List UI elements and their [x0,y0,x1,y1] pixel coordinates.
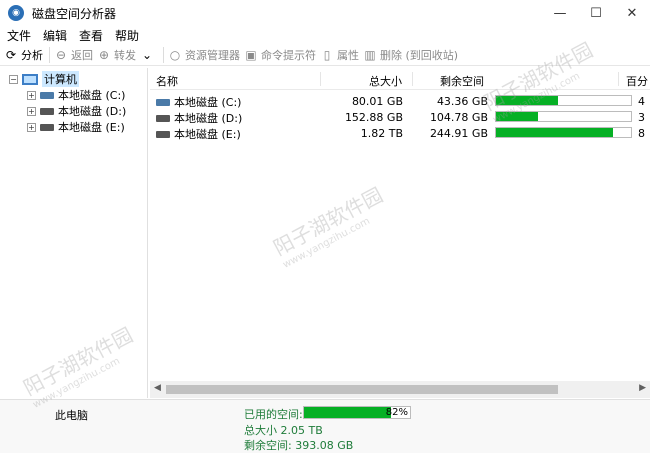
scroll-left-icon[interactable]: ◀ [154,383,161,393]
row-free: 244.91 GB [429,127,488,140]
drive-list: 名称 总大小 剩余空间 百分 本地磁盘 (C:) 80.01 GB 43.36 … [150,68,650,381]
tree-root-label: 计算机 [42,71,79,87]
table-row[interactable]: 本地磁盘 (C:) 80.01 GB 43.36 GB 4 [150,93,650,109]
cmd-button[interactable]: ▣ 命令提示符 [244,45,316,65]
header-percent[interactable]: 百分 [626,73,648,89]
status-usage-fill [304,407,391,418]
list-header: 名称 总大小 剩余空间 百分 [150,68,650,90]
status-total: 总大小 2.05 TB [244,424,323,437]
status-free: 剩余空间: 393.08 GB [244,439,354,452]
properties-button[interactable]: ▯ 属性 [320,45,359,65]
menu-help[interactable]: 帮助 [115,27,139,44]
usage-bar [495,95,632,106]
document-icon: ▯ [323,47,331,62]
header-free[interactable]: 剩余空间 [440,73,484,89]
maximize-button[interactable]: ☐ [578,0,614,26]
system-drive-icon [40,91,54,99]
delete-button[interactable]: ▥ 删除 (到回收站) [363,45,458,65]
chevron-down-icon: ⌄ [141,47,153,62]
scroll-right-icon[interactable]: ▶ [639,383,646,393]
menu-bar: 文件 编辑 查看 帮助 [0,26,650,44]
back-button[interactable]: ⊖ 返回 [54,45,93,65]
menu-file[interactable]: 文件 [7,27,31,44]
forward-arrow-icon: ⊕ [98,47,110,62]
usage-bar-fill [496,112,538,121]
back-arrow-icon: ⊖ [55,47,67,62]
row-name: 本地磁盘 (C:) [156,94,241,110]
explorer-button[interactable]: ○ 资源管理器 [168,45,240,65]
table-row[interactable]: 本地磁盘 (E:) 1.82 TB 244.91 GB 8 [150,125,650,141]
tree-item-label: 本地磁盘 (C:) [58,89,126,102]
row-percent: 8 [638,127,645,140]
forward-button[interactable]: ⊕ 转发 [97,45,136,65]
status-used-label: 已用的空间: [244,408,303,421]
row-total: 1.82 TB [360,127,403,140]
menu-edit[interactable]: 编辑 [43,27,67,44]
toolbar-separator [49,46,50,63]
tree-panel: − 计算机 + 本地磁盘 (C:) + 本地磁盘 (D:) + 本地磁盘 (E:… [0,68,148,398]
close-button[interactable]: ✕ [614,0,650,26]
analyze-button[interactable]: ⟳ 分析 [4,45,43,65]
horizontal-scrollbar[interactable]: ◀ ▶ [150,381,650,398]
analyze-icon: ⟳ [5,47,17,62]
tree-item-c[interactable]: + 本地磁盘 (C:) [27,87,125,103]
drive-icon [156,114,170,122]
history-dropdown[interactable]: ⌄ [140,45,157,65]
tree-item-label: 本地磁盘 (E:) [58,121,125,134]
drive-icon [156,130,170,138]
title-bar: ◉ 磁盘空间分析器 — ☐ ✕ [0,0,650,26]
status-usage-bar: 82% [303,406,411,419]
usage-bar-fill [496,128,614,137]
toolbar: ⟳ 分析 ⊖ 返回 ⊕ 转发 ⌄ ○ 资源管理器 ▣ 命令提示符 ▯ 属性 ▥ … [0,44,650,66]
trash-icon: ▥ [364,47,376,62]
tree-item-label: 本地磁盘 (D:) [58,105,127,118]
status-location: 此电脑 [55,409,88,422]
row-name: 本地磁盘 (D:) [156,110,242,126]
status-panel: 此电脑 已用的空间: 82% 总大小 2.05 TB 剩余空间: 393.08 … [0,399,650,453]
row-percent: 3 [638,111,645,124]
status-used-percent: 82% [385,407,408,418]
usage-bar [495,127,632,138]
toolbar-separator [163,46,164,63]
scroll-thumb[interactable] [166,385,558,394]
drive-icon [40,123,54,131]
collapse-icon[interactable]: − [9,74,18,84]
row-name: 本地磁盘 (E:) [156,126,241,142]
row-free: 43.36 GB [436,95,488,108]
usage-bar-fill [496,96,559,105]
menu-view[interactable]: 查看 [79,27,103,44]
row-total: 152.88 GB [344,111,403,124]
table-row[interactable]: 本地磁盘 (D:) 152.88 GB 104.78 GB 3 [150,109,650,125]
header-divider[interactable] [412,72,413,86]
computer-icon [22,73,38,85]
usage-bar [495,111,632,122]
window-controls: — ☐ ✕ [542,0,650,26]
tree-item-e[interactable]: + 本地磁盘 (E:) [27,119,125,135]
minimize-button[interactable]: — [542,0,578,26]
drive-icon [40,107,54,115]
row-percent: 4 [638,95,645,108]
expand-icon[interactable]: + [27,122,36,132]
header-divider[interactable] [320,72,321,86]
system-drive-icon [156,98,170,106]
expand-icon[interactable]: + [27,106,36,116]
search-icon: ○ [169,47,181,62]
tree-root[interactable]: − 计算机 [9,71,79,87]
header-total[interactable]: 总大小 [340,73,402,89]
tree-item-d[interactable]: + 本地磁盘 (D:) [27,103,126,119]
window-title: 磁盘空间分析器 [32,6,117,21]
terminal-icon: ▣ [245,47,257,62]
row-free: 104.78 GB [429,111,488,124]
expand-icon[interactable]: + [27,90,36,100]
header-name[interactable]: 名称 [156,73,178,89]
header-divider[interactable] [618,72,619,86]
row-total: 80.01 GB [351,95,403,108]
app-icon: ◉ [8,5,24,21]
